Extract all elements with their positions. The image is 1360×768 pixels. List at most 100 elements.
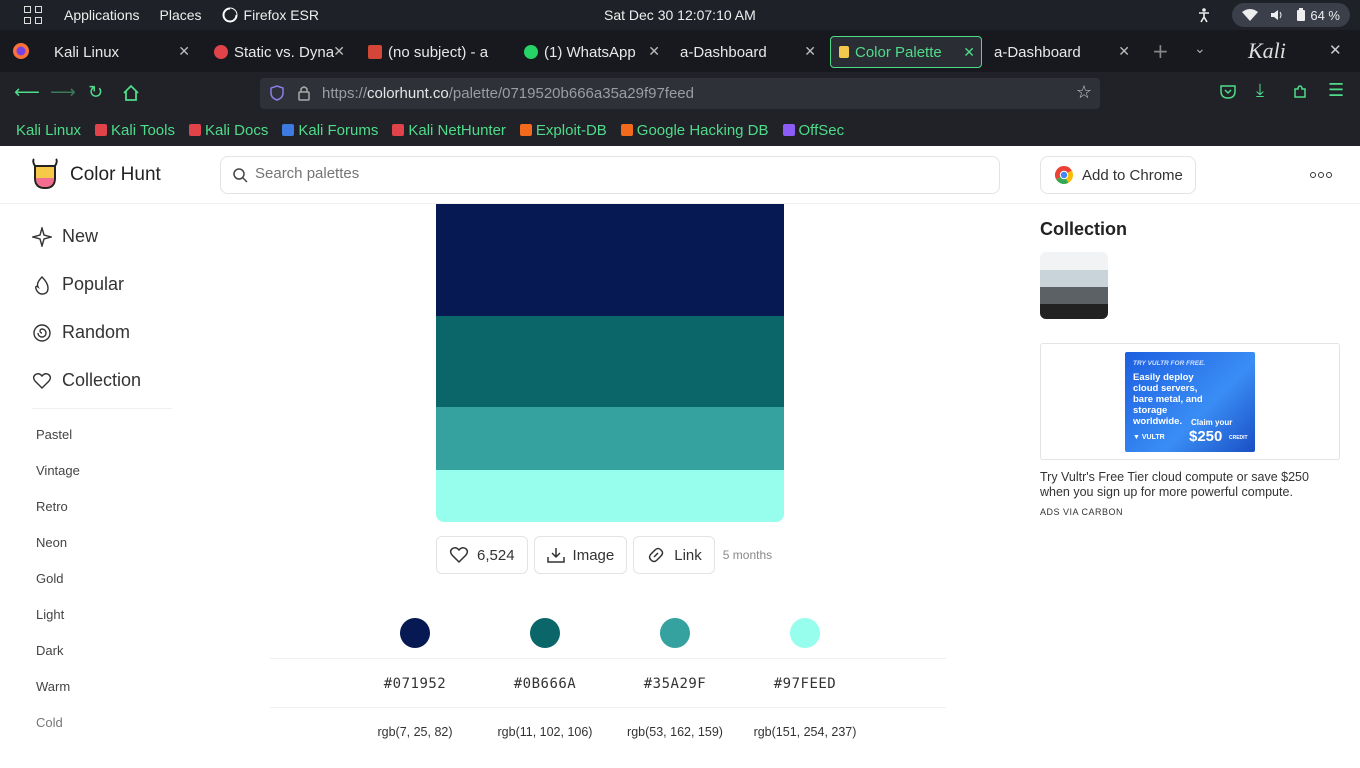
carbon-ad[interactable]: TRY VULTR FOR FREE. Easily deploy cloud …: [1040, 343, 1340, 460]
clock[interactable]: Sat Dec 30 12:07:10 AM: [604, 7, 756, 23]
download-image-button[interactable]: Image: [533, 536, 628, 574]
tab-a-dashboard-1[interactable]: a-Dashboard ✕: [672, 36, 822, 68]
tab-a-dashboard-2[interactable]: a-Dashboard ✕: [986, 36, 1136, 68]
bookmark-exploit-db[interactable]: Exploit-DB: [519, 122, 607, 139]
tab-label: a-Dashboard: [680, 43, 767, 61]
palette-swatch-2[interactable]: [436, 316, 784, 407]
ad-via-carbon[interactable]: ADS VIA CARBON: [1040, 507, 1123, 517]
search-box[interactable]: [220, 156, 1000, 194]
sidebar-item-new[interactable]: New: [32, 226, 98, 247]
rgb-code-4[interactable]: rgb(151, 254, 237): [735, 725, 875, 739]
rgb-code-1[interactable]: rgb(7, 25, 82): [345, 725, 485, 739]
color-dot-2[interactable]: [530, 618, 560, 648]
extensions-icon[interactable]: [1292, 84, 1308, 100]
close-window-icon[interactable]: ✕: [1329, 41, 1342, 59]
palette-swatch-1[interactable]: [436, 204, 784, 316]
color-dot-4[interactable]: [790, 618, 820, 648]
pocket-icon[interactable]: [1220, 84, 1236, 100]
tab-color-palette[interactable]: Color Palette ✕: [830, 36, 982, 68]
sidebar-tag-vintage[interactable]: Vintage: [36, 463, 80, 478]
close-tab-icon[interactable]: ✕: [963, 44, 975, 61]
tab-whatsapp[interactable]: (1) WhatsApp ✕: [518, 36, 666, 68]
close-tab-icon[interactable]: ✕: [1118, 43, 1130, 60]
app-name: Firefox ESR: [243, 7, 319, 23]
add-to-chrome-button[interactable]: Add to Chrome: [1040, 156, 1196, 194]
close-tab-icon[interactable]: ✕: [178, 43, 190, 60]
sidebar-item-random[interactable]: Random: [32, 322, 130, 343]
more-options-icon[interactable]: [1310, 172, 1332, 178]
browser-tab-bar: Kali Linux ✕ Static vs. Dyna ✕ (no subje…: [0, 30, 1360, 72]
accessibility-icon[interactable]: [1196, 7, 1212, 23]
home-icon[interactable]: [122, 84, 140, 102]
sidebar-tag-light[interactable]: Light: [36, 607, 64, 622]
sidebar-tag-pastel[interactable]: Pastel: [36, 427, 72, 442]
hex-code-2[interactable]: #0B666A: [485, 676, 605, 692]
firefox-app-menu[interactable]: Firefox ESR: [222, 7, 319, 23]
sidebar-tag-cold[interactable]: Cold: [36, 715, 63, 730]
bookmark-kali-forums[interactable]: Kali Forums: [282, 122, 378, 139]
bookmark-google-hacking-db[interactable]: Google Hacking DB: [620, 122, 769, 139]
color-dot-3[interactable]: [660, 618, 690, 648]
close-tab-icon[interactable]: ✕: [648, 43, 660, 60]
back-icon[interactable]: ⟵: [14, 82, 40, 104]
bookmark-label: Kali Forums: [298, 121, 379, 139]
sidebar-tag-retro[interactable]: Retro: [36, 499, 68, 514]
close-tab-icon[interactable]: ✕: [804, 43, 816, 60]
lock-icon[interactable]: [298, 85, 310, 101]
reload-icon[interactable]: ↻: [88, 82, 103, 104]
sidebar-tag-neon[interactable]: Neon: [36, 535, 67, 550]
applications-menu[interactable]: Applications: [64, 7, 140, 23]
search-input[interactable]: [255, 165, 955, 182]
bookmark-kali-tools[interactable]: Kali Tools: [95, 122, 175, 139]
forward-icon[interactable]: ⟶: [50, 82, 76, 104]
collection-swatch: [1040, 304, 1108, 319]
rgb-code-2[interactable]: rgb(11, 102, 106): [475, 725, 615, 739]
tab-kali-linux[interactable]: Kali Linux ✕: [46, 36, 196, 68]
hex-code-3[interactable]: #35A29F: [615, 676, 735, 692]
new-tab-icon[interactable]: +: [1152, 39, 1169, 63]
sidebar-item-collection[interactable]: Collection: [32, 370, 141, 391]
bookmark-kali-linux[interactable]: Kali Linux: [16, 122, 81, 139]
hex-code-4[interactable]: #97FEED: [745, 676, 865, 692]
palette-card[interactable]: [436, 204, 784, 522]
palette-swatch-3[interactable]: [436, 407, 784, 470]
bookmark-star-icon[interactable]: ☆: [1076, 82, 1092, 103]
sidebar-tag-gold[interactable]: Gold: [36, 571, 63, 586]
sidebar-item-label: New: [62, 226, 99, 246]
firefox-logo-icon[interactable]: [12, 42, 30, 60]
hamburger-menu-icon[interactable]: ☰: [1328, 80, 1344, 101]
hex-code-1[interactable]: #071952: [355, 676, 475, 692]
sidebar-item-label: Collection: [62, 370, 142, 390]
rgb-code-3[interactable]: rgb(53, 162, 159): [605, 725, 745, 739]
bookmark-offsec[interactable]: OffSec: [782, 121, 845, 139]
palette-swatch-4[interactable]: [436, 470, 784, 522]
color-hunt-logo-icon[interactable]: [30, 158, 60, 190]
brand-name[interactable]: Color Hunt: [70, 164, 161, 186]
places-menu[interactable]: Places: [160, 7, 202, 23]
sidebar-tag-warm[interactable]: Warm: [36, 679, 70, 694]
ad-text[interactable]: Try Vultr's Free Tier cloud compute or s…: [1040, 470, 1340, 500]
sidebar-tag-dark[interactable]: Dark: [36, 643, 63, 658]
tab-static-vs-dynamic[interactable]: Static vs. Dyna ✕: [206, 36, 351, 68]
bookmark-kali-nethunter[interactable]: Kali NetHunter: [392, 122, 506, 139]
ad-image-amount: $250: [1189, 428, 1223, 445]
tab-list-chevron-icon[interactable]: ⌄: [1194, 41, 1206, 57]
like-button[interactable]: 6,524: [436, 536, 528, 574]
color-dot-1[interactable]: [400, 618, 430, 648]
tab-gmail[interactable]: (no subject) - a: [362, 36, 517, 68]
downloads-icon[interactable]: ⤓: [1256, 80, 1264, 101]
ad-image[interactable]: TRY VULTR FOR FREE. Easily deploy cloud …: [1125, 352, 1255, 452]
ad-image-kicker: TRY VULTR FOR FREE.: [1133, 360, 1206, 367]
status-pill[interactable]: 64 %: [1232, 3, 1350, 27]
flame-icon: [35, 275, 49, 295]
collection-thumbnail[interactable]: [1040, 252, 1108, 319]
sidebar-item-popular[interactable]: Popular: [32, 274, 124, 295]
url-bar[interactable]: https://colorhunt.co/palette/0719520b666…: [260, 78, 1100, 109]
shield-icon[interactable]: [270, 85, 284, 101]
url-text[interactable]: https://colorhunt.co/palette/0719520b666…: [322, 85, 694, 102]
bookmark-label: OffSec: [798, 121, 845, 139]
app-grid-icon[interactable]: [24, 6, 42, 24]
bookmark-kali-docs[interactable]: Kali Docs: [188, 122, 268, 139]
copy-link-button[interactable]: Link: [633, 536, 715, 574]
close-tab-icon[interactable]: ✕: [333, 43, 345, 60]
